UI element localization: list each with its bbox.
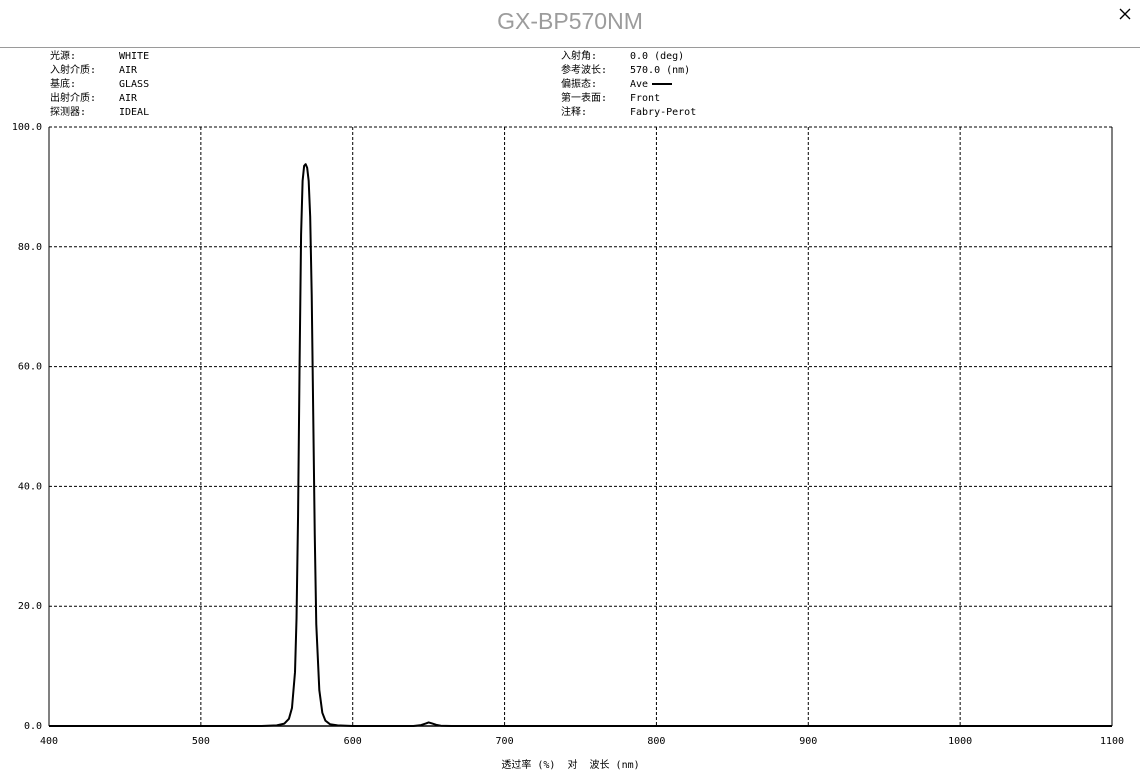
x-tick-label: 1000 — [948, 736, 972, 747]
y-tick-label: 0.0 — [24, 721, 42, 732]
y-tick-label: 80.0 — [18, 242, 42, 253]
y-tick-label: 100.0 — [12, 122, 42, 133]
x-axis-label: 透过率 (%) 对 波长 (nm) — [501, 758, 639, 771]
y-tick-label: 20.0 — [18, 601, 42, 612]
x-tick-label: 600 — [344, 736, 362, 747]
transmittance-chart: 0.0 20.0 40.0 60.0 80.0 100.0 400 500 600 700 800 9… — [12, 122, 1124, 771]
x-tick-label: 500 — [192, 736, 210, 747]
y-tick-label: 40.0 — [18, 481, 42, 492]
x-tick-label: 1100 — [1100, 736, 1124, 747]
x-tick-label: 400 — [40, 736, 58, 747]
x-tick-label: 800 — [647, 736, 665, 747]
plot-area — [49, 127, 1112, 726]
x-tick-label: 700 — [496, 736, 514, 747]
y-tick-label: 60.0 — [18, 362, 42, 373]
x-tick-label: 900 — [799, 736, 817, 747]
